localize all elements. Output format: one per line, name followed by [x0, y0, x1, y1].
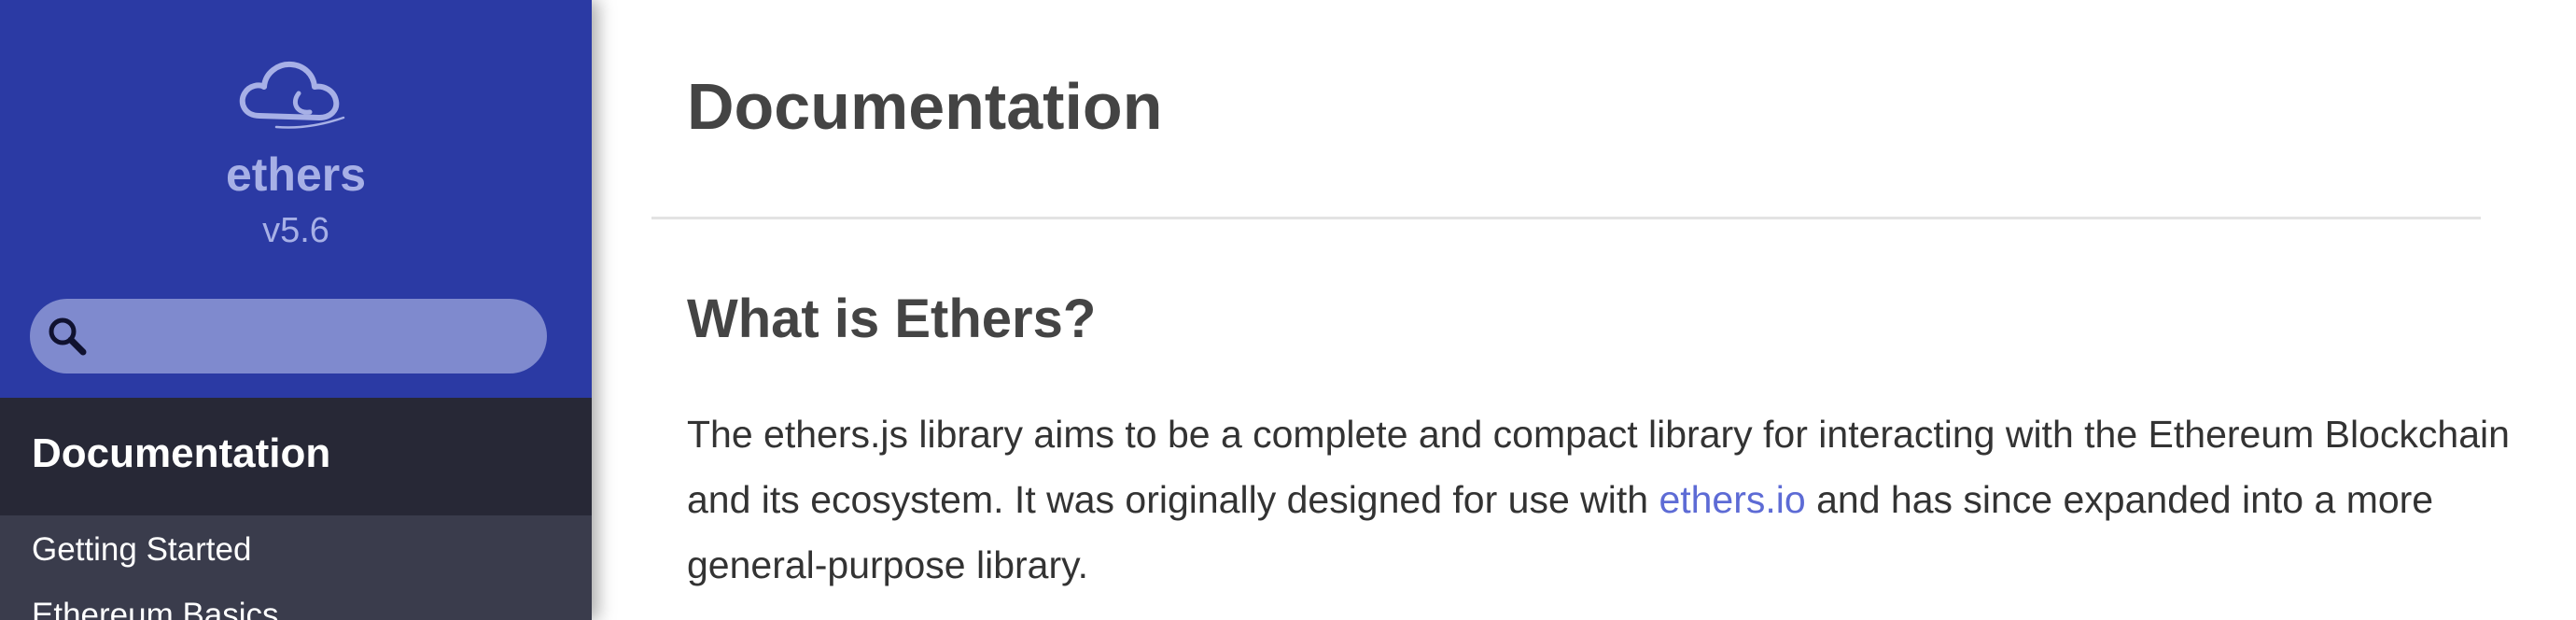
cloud-logo-icon[interactable]	[233, 56, 349, 134]
brand-version: v5.6	[262, 211, 329, 250]
intro-paragraph: The ethers.js library aims to be a compl…	[687, 402, 2516, 598]
brand-name[interactable]: ethers	[0, 151, 592, 198]
search-input[interactable]	[101, 308, 534, 366]
search-icon	[49, 317, 87, 356]
section-heading: What is Ethers?	[687, 289, 1097, 349]
sidebar-section-documentation: Documentation	[0, 398, 592, 515]
ethers-io-link[interactable]: ethers.io	[1659, 478, 1805, 521]
docs-page: ethers v5.6 Documentation Getting Starte…	[0, 0, 2576, 620]
page-title: Documentation	[687, 70, 1163, 143]
sidebar: ethers v5.6 Documentation Getting Starte…	[0, 0, 592, 620]
sidebar-item-getting-started[interactable]: Getting Started	[32, 531, 251, 569]
sidebar-section-title[interactable]: Documentation	[32, 430, 330, 476]
title-divider	[651, 217, 2481, 219]
sidebar-item-ethereum-basics[interactable]: Ethereum Basics	[32, 597, 279, 620]
main-content: Documentation What is Ethers? The ethers…	[592, 0, 2576, 620]
sidebar-header: ethers v5.6	[0, 0, 592, 398]
search-box[interactable]	[30, 299, 547, 373]
